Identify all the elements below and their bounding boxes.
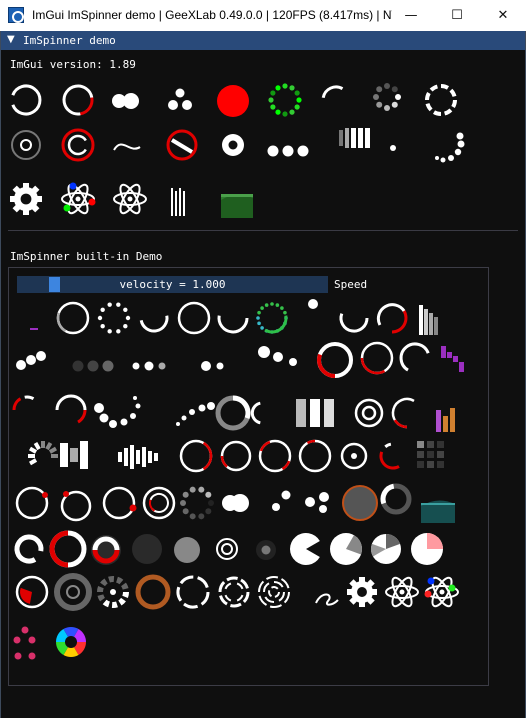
window-titlebar: ImGui ImSpinner demo | GeeXLab 0.49.0.0 …: [0, 0, 526, 31]
imgui-version-label: ImGui version: 1.89: [10, 58, 136, 71]
speed-label: Speed: [334, 278, 368, 291]
imgui-window-title: ImSpinner demo: [23, 34, 116, 47]
close-button[interactable]: ✕: [480, 0, 526, 31]
separator: [8, 230, 518, 231]
minimize-button[interactable]: —: [388, 0, 434, 31]
velocity-value: velocity = 1.000: [119, 278, 226, 291]
builtin-demo-panel[interactable]: [8, 267, 489, 686]
geexlab-app-icon: [8, 7, 24, 23]
collapse-arrow-icon[interactable]: ▼: [7, 34, 15, 45]
window-title: ImGui ImSpinner demo | GeeXLab 0.49.0.0 …: [32, 8, 392, 22]
imgui-window-titlebar[interactable]: ▼ ImSpinner demo: [1, 31, 525, 50]
maximize-button[interactable]: ☐: [434, 0, 480, 31]
builtin-demo-label: ImSpinner built-in Demo: [10, 250, 163, 263]
